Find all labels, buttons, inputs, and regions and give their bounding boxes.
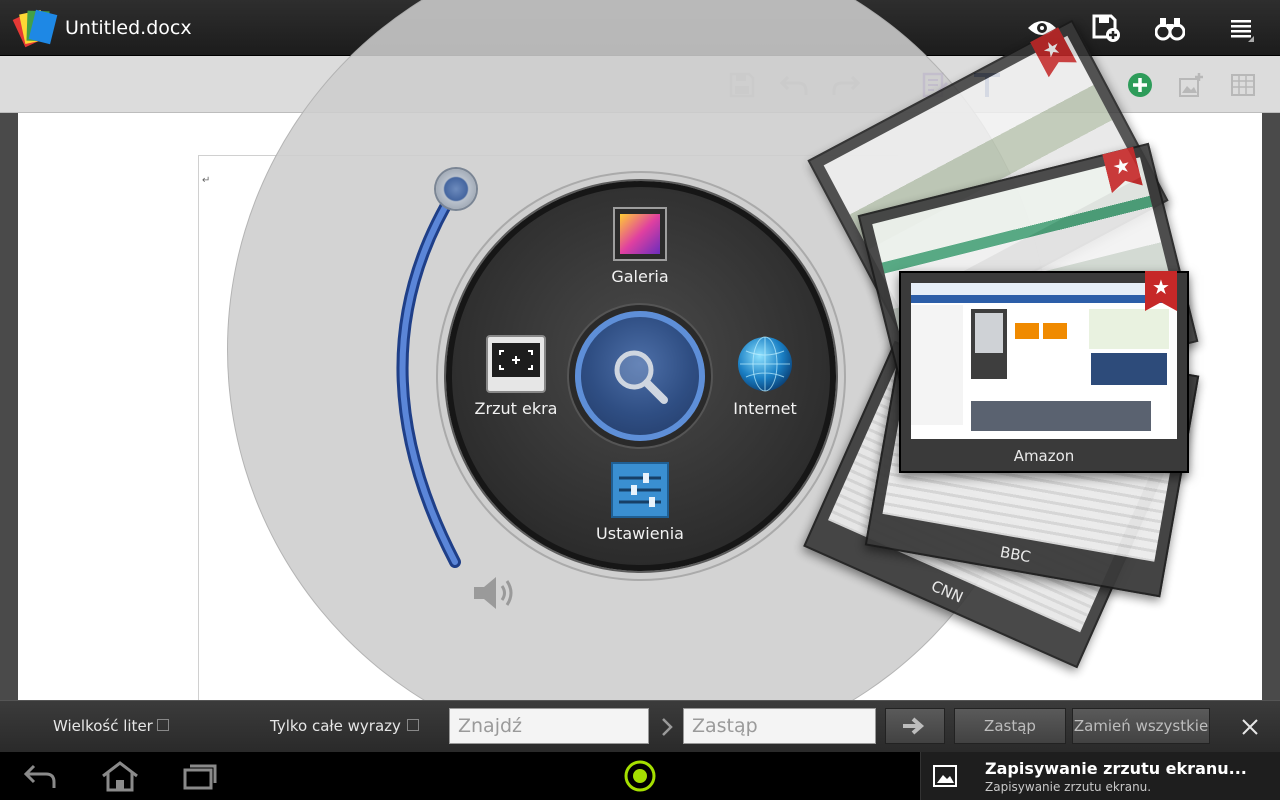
replace-button[interactable]: Zastąp	[954, 708, 1066, 744]
recent-apps-icon	[183, 764, 217, 790]
back-icon	[23, 764, 56, 788]
ring-menu-button[interactable]	[612, 758, 668, 794]
find-next-button[interactable]	[885, 708, 945, 744]
picture-icon	[933, 765, 957, 787]
notification-subtitle: Zapisywanie zrzutu ekranu.	[985, 780, 1152, 794]
find-input[interactable]	[449, 708, 649, 744]
menu-icon[interactable]	[1224, 10, 1260, 46]
ring-item-label: Galeria	[611, 267, 669, 286]
ring-item-screenshot[interactable]: Zrzut ekra	[470, 335, 562, 418]
whole-words-checkbox[interactable]	[407, 719, 419, 731]
replace-input[interactable]	[683, 708, 876, 744]
tab-label: Amazon	[1013, 447, 1075, 465]
globe-icon	[738, 336, 792, 392]
browser-tab-amazon[interactable]: ★ Amazon	[899, 271, 1189, 473]
ring-item-galeria[interactable]: Galeria	[600, 207, 680, 286]
match-case-checkbox[interactable]	[157, 719, 169, 731]
table-icon[interactable]	[1226, 68, 1260, 102]
whole-words-label: Tylko całe wyrazy	[270, 717, 401, 735]
binoculars-icon[interactable]	[1152, 10, 1188, 46]
ring-item-label: Internet	[733, 399, 797, 418]
ring-menu-icon	[624, 760, 656, 792]
ring-item-internet[interactable]: Internet	[725, 335, 805, 418]
home-icon	[102, 761, 138, 792]
speaker-icon[interactable]	[472, 574, 520, 612]
ring-search-button[interactable]	[575, 311, 705, 441]
add-icon[interactable]	[1123, 68, 1157, 102]
ring-item-ustawienia[interactable]: Ustawienia	[590, 462, 690, 543]
tab-thumbnail	[911, 283, 1177, 439]
search-icon	[614, 350, 668, 404]
page-margin-left	[198, 155, 199, 700]
close-findbar-button[interactable]	[1236, 713, 1264, 741]
notification-title: Zapisywanie zrzutu ekranu...	[985, 759, 1247, 778]
replace-all-button[interactable]: Zamień wszystkie	[1072, 708, 1210, 744]
app-logo-icon[interactable]	[8, 6, 60, 50]
find-replace-bar: Wielkość liter Tylko całe wyrazy Zastąp …	[0, 700, 1280, 752]
paragraph-mark: ↵	[202, 175, 211, 186]
document-title: Untitled.docx	[65, 17, 192, 39]
screenshot-icon	[486, 335, 546, 393]
match-case-label: Wielkość liter	[53, 717, 153, 735]
close-icon	[1242, 719, 1258, 735]
settings-sliders-icon	[611, 462, 669, 518]
volume-slider-thumb[interactable]	[436, 169, 476, 209]
ring-item-label: Ustawienia	[596, 524, 684, 543]
gallery-icon	[613, 207, 667, 261]
arrow-right-icon	[903, 717, 925, 735]
save-add-icon[interactable]	[1088, 10, 1124, 46]
recent-apps-button[interactable]	[172, 758, 228, 794]
image-icon[interactable]	[1174, 68, 1208, 102]
screenshot-notification[interactable]: Zapisywanie zrzutu ekranu... Zapisywanie…	[920, 752, 1280, 800]
home-button[interactable]	[92, 758, 148, 794]
chevron-right-icon	[662, 718, 673, 736]
back-button[interactable]	[12, 758, 68, 794]
ring-item-label: Zrzut ekra	[474, 399, 558, 418]
